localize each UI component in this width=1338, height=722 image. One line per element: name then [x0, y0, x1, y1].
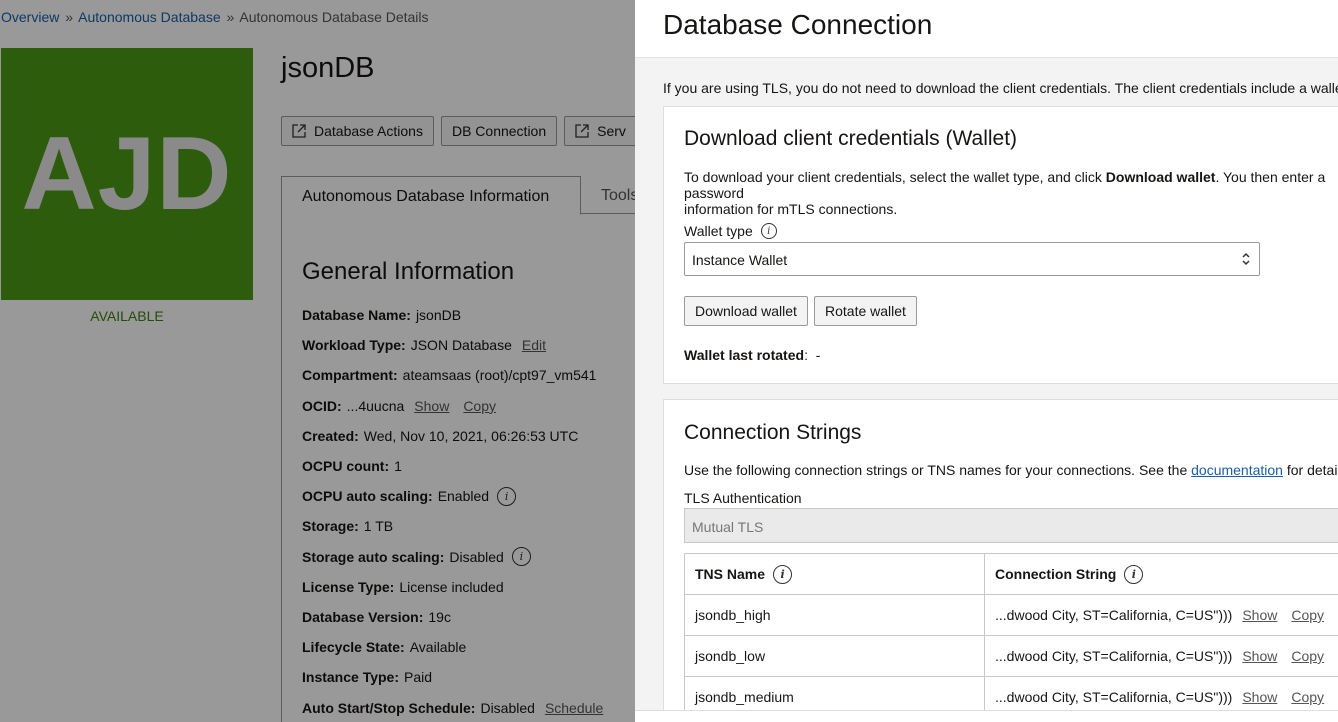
tls-authentication-label: TLS Authentication — [684, 490, 802, 506]
tns-name-cell: jsondb_high — [684, 594, 985, 636]
wallet-description: To download your client credentials, sel… — [684, 169, 1338, 217]
wallet-last-rotated: Wallet last rotated: - — [684, 347, 821, 363]
show-connection-link[interactable]: Show — [1242, 689, 1277, 705]
connection-string-value: ...dwood City, ST=California, C=US"))) — [995, 607, 1233, 623]
info-icon[interactable]: i — [773, 564, 793, 584]
rotate-wallet-button[interactable]: Rotate wallet — [814, 296, 917, 326]
connection-desc-text: for details. — [1286, 462, 1338, 478]
info-icon[interactable]: i — [760, 223, 777, 239]
wallet-type-select[interactable]: Instance Wallet — [684, 242, 1260, 276]
wallet-desc-bold: Download wallet — [1105, 169, 1216, 185]
drawer-title: Database Connection — [663, 9, 933, 40]
tns-name-cell: jsondb_low — [684, 635, 985, 677]
column-header-connection-string: Connection String i — [984, 553, 1338, 595]
table-row: jsondb_high ...dwood City, ST=California… — [684, 594, 1338, 636]
column-header-tns-name: TNS Name i — [684, 553, 985, 595]
wallet-card-title: Download client credentials (Wallet) — [684, 127, 1018, 150]
show-connection-link[interactable]: Show — [1242, 607, 1277, 623]
wallet-type-label-text: Wallet type — [684, 223, 753, 239]
connection-string-value: ...dwood City, ST=California, C=US"))) — [995, 689, 1233, 705]
wallet-last-rotated-label: Wallet last rotated — [684, 347, 805, 363]
copy-connection-link[interactable]: Copy — [1291, 648, 1324, 664]
connection-description: Use the following connection strings or … — [684, 462, 1338, 478]
tls-intro-text: If you are using TLS, you do not need to… — [663, 80, 1338, 96]
download-wallet-button[interactable]: Download wallet — [684, 296, 808, 326]
wallet-desc-text: To download your client credentials, sel… — [684, 169, 1106, 185]
tls-authentication-select[interactable]: Mutual TLS — [684, 508, 1338, 543]
wallet-type-value: Instance Wallet — [692, 252, 788, 268]
drawer-footer — [635, 710, 1338, 722]
drawer-body: If you are using TLS, you do not need to… — [635, 58, 1338, 722]
connection-string-value: ...dwood City, ST=California, C=US"))) — [995, 648, 1233, 664]
tns-table: TNS Name i Connection String i jsondb_high… — [684, 553, 1338, 718]
modal-overlay[interactable] — [0, 0, 635, 722]
connection-string-cell: ...dwood City, ST=California, C=US"))) Sh… — [984, 635, 1338, 677]
database-connection-drawer: Database Connection If you are using TLS… — [635, 0, 1338, 722]
connection-strings-title: Connection Strings — [684, 421, 862, 444]
connection-string-cell: ...dwood City, ST=California, C=US"))) Sh… — [984, 594, 1338, 636]
drawer-header: Database Connection — [635, 0, 1338, 58]
column-header-label: TNS Name — [695, 566, 766, 582]
table-header-row: TNS Name i Connection String i — [684, 553, 1338, 595]
copy-connection-link[interactable]: Copy — [1291, 607, 1324, 623]
wallet-desc-text: information for mTLS connections. — [684, 201, 898, 217]
table-row: jsondb_low ...dwood City, ST=California,… — [684, 635, 1338, 677]
documentation-link[interactable]: documentation — [1191, 462, 1283, 478]
copy-connection-link[interactable]: Copy — [1291, 689, 1324, 705]
connection-strings-card: Connection Strings Use the following con… — [663, 399, 1338, 722]
wallet-type-label: Wallet type i — [684, 223, 777, 239]
connection-desc-text: Use the following connection strings or … — [684, 462, 1192, 478]
wallet-last-rotated-value: - — [815, 347, 821, 363]
wallet-card: Download client credentials (Wallet) To … — [663, 106, 1338, 384]
show-connection-link[interactable]: Show — [1242, 648, 1277, 664]
column-header-label: Connection String — [995, 566, 1117, 582]
info-icon[interactable]: i — [1124, 564, 1144, 584]
chevron-up-down-icon — [1242, 252, 1250, 266]
